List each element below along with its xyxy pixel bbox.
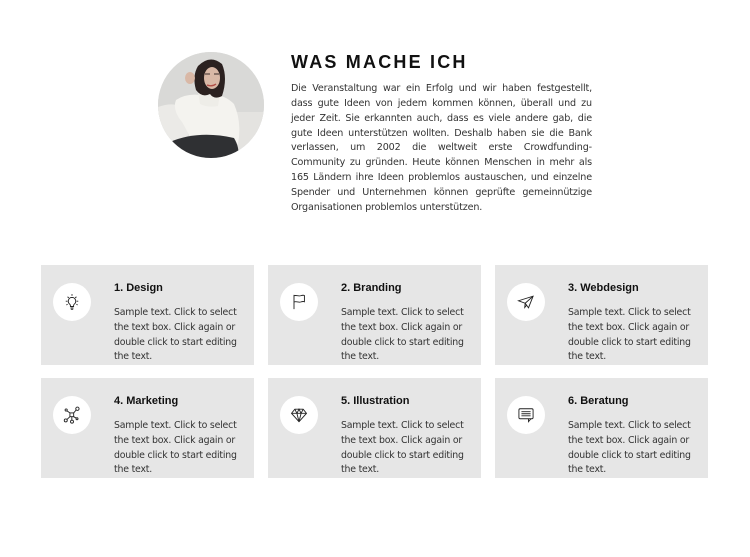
service-description[interactable]: Sample text. Click to select the text bo… bbox=[114, 306, 249, 365]
diamond-icon bbox=[290, 408, 308, 423]
service-title: 2. Branding bbox=[341, 282, 402, 294]
paper-plane-icon bbox=[517, 295, 534, 309]
service-card-illustration[interactable]: 5. Illustration Sample text. Click to se… bbox=[268, 378, 481, 478]
service-description[interactable]: Sample text. Click to select the text bo… bbox=[341, 419, 476, 478]
service-title: 5. Illustration bbox=[341, 395, 410, 407]
service-title: 1. Design bbox=[114, 282, 163, 294]
network-icon bbox=[63, 406, 80, 424]
icon-circle bbox=[53, 283, 91, 321]
service-title: 6. Beratung bbox=[568, 395, 629, 407]
service-card-marketing[interactable]: 4. Marketing Sample text. Click to selec… bbox=[41, 378, 254, 478]
service-title: 4. Marketing bbox=[114, 395, 179, 407]
service-card-design[interactable]: 1. Design Sample text. Click to select t… bbox=[41, 265, 254, 365]
flag-icon bbox=[293, 294, 305, 310]
service-card-webdesign[interactable]: 3. Webdesign Sample text. Click to selec… bbox=[495, 265, 708, 365]
chat-bubble-icon bbox=[518, 408, 534, 423]
service-card-branding[interactable]: 2. Branding Sample text. Click to select… bbox=[268, 265, 481, 365]
service-card-beratung[interactable]: 6. Beratung Sample text. Click to select… bbox=[495, 378, 708, 478]
profile-photo bbox=[158, 52, 264, 158]
icon-circle bbox=[507, 396, 545, 434]
section-heading: WAS MACHE ICH bbox=[291, 52, 468, 72]
lightbulb-icon bbox=[65, 294, 79, 310]
icon-circle bbox=[507, 283, 545, 321]
service-title: 3. Webdesign bbox=[568, 282, 639, 294]
icon-circle bbox=[280, 283, 318, 321]
profile-photo-image bbox=[158, 52, 264, 158]
service-description[interactable]: Sample text. Click to select the text bo… bbox=[568, 306, 703, 365]
service-description[interactable]: Sample text. Click to select the text bo… bbox=[114, 419, 249, 478]
icon-circle bbox=[53, 396, 91, 434]
about-paragraph: Die Veranstaltung war ein Erfolg und wir… bbox=[291, 83, 592, 213]
icon-circle bbox=[280, 396, 318, 434]
service-description[interactable]: Sample text. Click to select the text bo… bbox=[341, 306, 476, 365]
service-description[interactable]: Sample text. Click to select the text bo… bbox=[568, 419, 703, 478]
